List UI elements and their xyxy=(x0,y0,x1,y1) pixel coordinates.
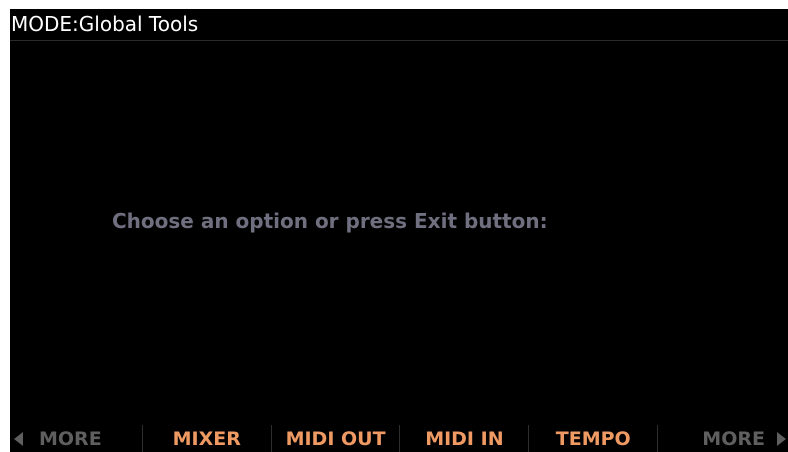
softkey-mixer[interactable]: MIXER xyxy=(143,425,272,452)
display-screen: MODE:Global Tools Choose an option or pr… xyxy=(10,9,788,452)
softkey-midi-in[interactable]: MIDI IN xyxy=(400,425,530,452)
triangle-right-icon xyxy=(776,431,786,446)
softkey-more-left[interactable]: MORE xyxy=(10,425,143,452)
mode-title: MODE:Global Tools xyxy=(11,12,199,36)
softkey-label: TEMPO xyxy=(555,427,631,450)
prompt-message: Choose an option or press Exit button: xyxy=(112,209,548,233)
softkey-midi-out[interactable]: MIDI OUT xyxy=(272,425,401,452)
softkey-label: MIXER xyxy=(172,427,241,450)
softkey-label: MIDI OUT xyxy=(285,427,386,450)
title-bar: MODE:Global Tools xyxy=(10,9,788,41)
softkey-label: MORE xyxy=(702,427,765,450)
softkey-label: MORE xyxy=(39,427,102,450)
softkey-label: MIDI IN xyxy=(425,427,504,450)
softkey-bar: MORE MIXER MIDI OUT MIDI IN TEMPO MORE xyxy=(10,425,788,452)
triangle-left-icon xyxy=(14,431,23,446)
softkey-more-right[interactable]: MORE xyxy=(658,425,788,452)
softkey-tempo[interactable]: TEMPO xyxy=(529,425,659,452)
